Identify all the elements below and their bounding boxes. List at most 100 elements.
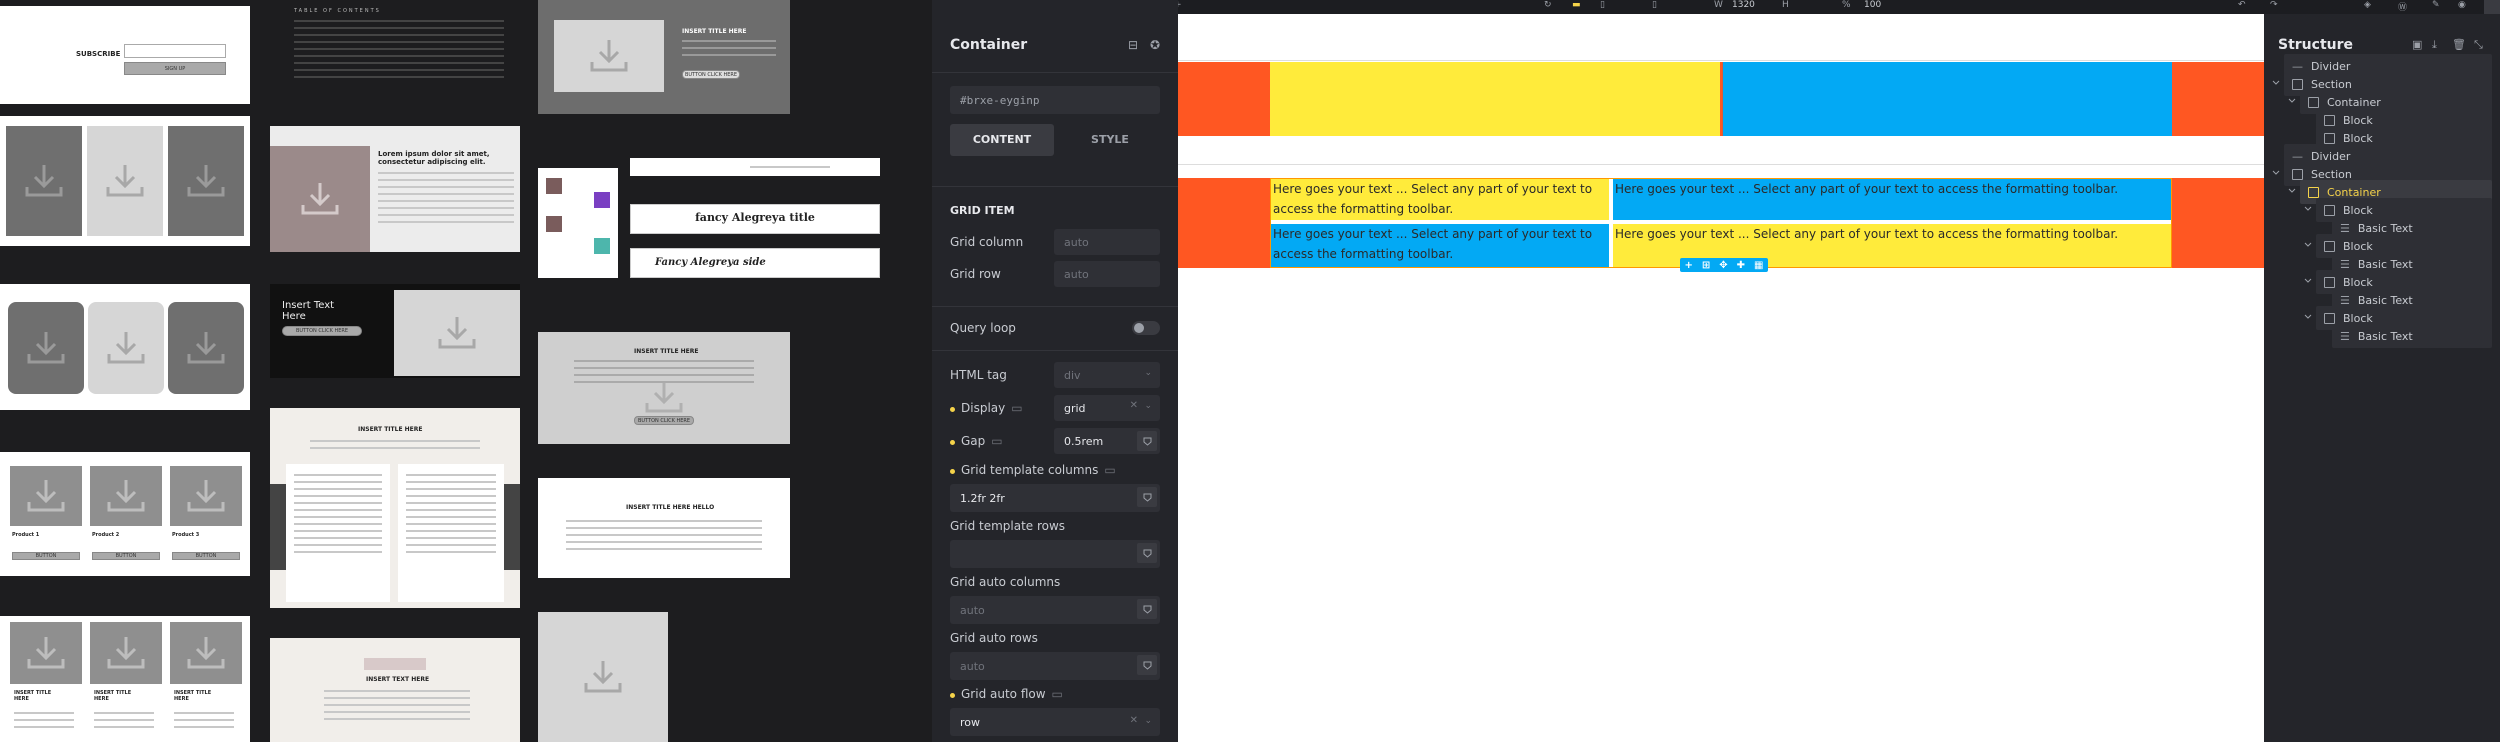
subscribe-title: SUBSCRIBE (76, 50, 121, 58)
template-cards[interactable]: INSERT TITLE HERE INSERT TITLE HERE INSE… (0, 616, 250, 742)
add-icon[interactable]: + (1684, 260, 1692, 271)
download-icon[interactable]: ⤓ (2432, 38, 2437, 52)
clear-icon[interactable]: ✕ (1130, 715, 1138, 726)
grid-template-columns-label-text: Grid template columns (961, 463, 1099, 477)
template-hero-dark[interactable]: INSERT TITLE HERE BUTTON CLICK HERE (538, 0, 790, 114)
wordpress-icon[interactable]: Ⓦ (2398, 0, 2407, 13)
structure-item-label: Block (2343, 311, 2373, 325)
gap-input[interactable]: 0.5rem (1054, 428, 1160, 454)
query-loop-toggle[interactable] (1132, 321, 1160, 335)
badge-icon[interactable]: ✪ (1150, 38, 1160, 52)
grid-auto-columns-input[interactable]: auto (950, 596, 1160, 624)
template-insert-text-box[interactable]: INSERT TEXT HERE (270, 638, 520, 742)
mobile-icon[interactable]: ▯ (1652, 0, 1657, 10)
save-template-icon[interactable]: ⊟ (1128, 38, 1138, 52)
section-divider (932, 186, 1178, 187)
width-input[interactable]: 1320 (1732, 0, 1755, 10)
tab-content[interactable]: CONTENT (950, 124, 1054, 156)
html-tag-select[interactable]: div ⌄ (1054, 362, 1160, 388)
variable-icon[interactable] (1137, 599, 1157, 619)
template-gallery[interactable]: SUBSCRIBE SIGN UP Product 1 Product 2 Pr… (0, 0, 932, 742)
edit-icon[interactable]: ✎ (2432, 0, 2440, 10)
template-title-hello[interactable]: INSERT TITLE HERE HELLO (538, 478, 790, 578)
trash-icon[interactable]: 🗑 (2452, 38, 2466, 51)
template-title-centered[interactable]: INSERT TITLE HERE BUTTON CLICK HERE (538, 332, 790, 444)
section-1[interactable] (1178, 62, 2264, 136)
grid-auto-columns-label: Grid auto columns (950, 575, 1061, 589)
download-icon (107, 637, 145, 669)
template-toc[interactable]: TABLE OF CONTENTS (270, 0, 520, 90)
structure-title: Structure (2278, 37, 2354, 53)
basic-text-3[interactable]: Here goes your text ... Select any part … (1271, 224, 1609, 267)
grid-template-rows-input[interactable] (950, 540, 1160, 568)
variable-icon[interactable] (1137, 543, 1157, 563)
variable-icon[interactable] (1137, 487, 1157, 507)
zoom-input[interactable]: 100 (1864, 0, 1881, 10)
template-rounded-images[interactable] (0, 284, 250, 410)
save-button[interactable] (2484, 0, 2500, 14)
builder-canvas[interactable]: Here goes your text ... Select any part … (1178, 14, 2264, 742)
basic-text-2[interactable]: Here goes your text ... Select any part … (1613, 179, 2171, 220)
image-placeholder (270, 146, 370, 252)
structure-item-label: Divider (2311, 149, 2351, 163)
block-yellow[interactable] (1270, 62, 1720, 136)
display-value: grid (1064, 401, 1086, 415)
grid-auto-flow-select[interactable]: row ✕ ⌄ (950, 708, 1160, 736)
section-2[interactable]: Here goes your text ... Select any part … (1178, 178, 2264, 268)
columns-icon[interactable]: ⊞ (1702, 260, 1710, 271)
text-lines (682, 40, 776, 61)
tablet-icon[interactable]: ▯ (1600, 0, 1605, 10)
element-panel: Container ⊟ ✪ #brxe-eyginp CONTENT STYLE… (932, 0, 1178, 742)
refresh-icon[interactable]: ↻ (1544, 0, 1552, 10)
template-image[interactable] (538, 612, 668, 742)
basic-text-1[interactable]: Here goes your text ... Select any part … (1271, 179, 1609, 220)
template-insert-text[interactable]: Insert Text Here BUTTON CLICK HERE (270, 284, 520, 378)
preview-icon[interactable]: ◉ (2458, 0, 2466, 10)
grid-icon[interactable]: ▦ (1754, 260, 1763, 271)
block-blue[interactable] (1722, 62, 2172, 136)
variable-icon[interactable] (1137, 431, 1157, 451)
card-title: INSERT TITLE HERE (174, 690, 212, 702)
container-icon (2308, 186, 2319, 198)
clipboard-icon[interactable]: ▣ (2412, 38, 2422, 51)
desktop-icon[interactable]: ▬ (1572, 0, 1581, 10)
undo-icon[interactable]: ↶ (2238, 0, 2246, 10)
divider-icon: — (2292, 149, 2303, 163)
insert-text-button: BUTTON CLICK HERE (282, 326, 362, 336)
tab-style[interactable]: STYLE (1058, 124, 1162, 156)
container-grid[interactable]: Here goes your text ... Select any part … (1270, 178, 2172, 268)
image-placeholder (170, 622, 242, 684)
template-three-images[interactable] (0, 116, 250, 246)
collapse-icon[interactable]: ⤡ (2474, 38, 2483, 52)
template-two-columns[interactable]: INSERT TITLE HERE (270, 408, 520, 608)
image-placeholder (170, 466, 242, 526)
move-icon[interactable]: ✥ (1719, 260, 1727, 271)
title-heading: INSERT TEXT HERE (366, 676, 430, 683)
text-icon: ☰ (2340, 221, 2350, 235)
resize-icon[interactable]: ✚ (1737, 260, 1745, 271)
grid-auto-rows-input[interactable]: auto (950, 652, 1160, 680)
structure-item-basic-text[interactable]: ☰ Basic Text (2332, 324, 2492, 348)
grid-template-columns-input[interactable]: 1.2fr 2fr (950, 484, 1160, 512)
block-icon (2324, 132, 2335, 144)
template-products[interactable]: Product 1 Product 2 Product 3 BUTTON BUT… (0, 452, 250, 576)
variable-icon[interactable] (1137, 655, 1157, 675)
section-grid-item: GRID ITEM (950, 204, 1015, 217)
template-list[interactable] (538, 168, 618, 278)
template-nav[interactable] (630, 158, 880, 176)
grid-edit-toolbar[interactable]: + ⊞ ✥ ✚ ▦ (1680, 258, 1768, 272)
template-lorem[interactable]: Lorem ipsum dolor sit amet, consectetur … (270, 126, 520, 252)
grid-row-input[interactable]: auto (1054, 261, 1160, 287)
template-fancy-title[interactable]: fancy Alegreya title (630, 204, 880, 234)
template-fancy-side[interactable]: Fancy Alegreya side (630, 248, 880, 278)
layers-icon[interactable]: ◈ (2364, 0, 2371, 10)
css-id-field[interactable]: #brxe-eyginp (950, 86, 1160, 114)
template-subscribe[interactable]: SUBSCRIBE SIGN UP (0, 6, 250, 104)
chevron-down-icon: ⌄ (1144, 368, 1152, 378)
grid-column-input[interactable]: auto (1054, 229, 1160, 255)
redo-icon[interactable]: ↷ (2270, 0, 2278, 10)
grid-auto-flow-label: Grid auto flow ▭ (950, 687, 1063, 701)
clear-icon[interactable]: ✕ (1130, 400, 1138, 411)
display-select[interactable]: grid ✕ ⌄ (1054, 395, 1160, 421)
width-label: W (1714, 0, 1723, 10)
